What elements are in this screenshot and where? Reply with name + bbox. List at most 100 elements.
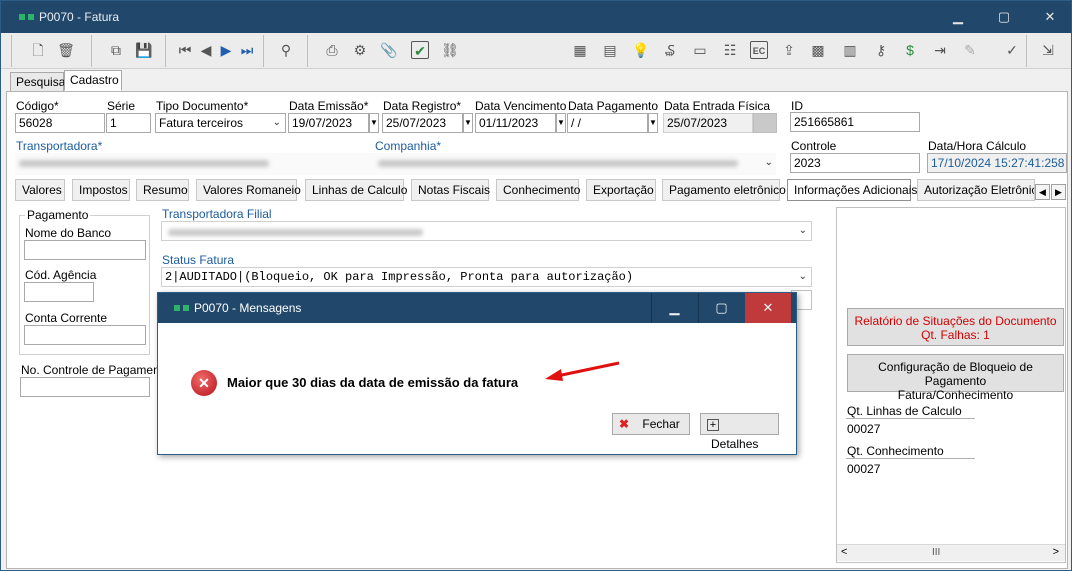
next-record-icon[interactable]: ▶: [217, 41, 235, 59]
first-record-icon[interactable]: ⏮: [176, 41, 194, 59]
status-fatura-select[interactable]: 2|AUDITADO|(Bloqueio, OK para Impressão,…: [161, 267, 812, 287]
card-icon[interactable]: ▭: [691, 41, 709, 59]
table-icon[interactable]: ▤: [601, 41, 619, 59]
dialog-close-button[interactable]: ✕: [745, 293, 791, 323]
app-logo-icon: [19, 14, 34, 20]
data-emissao-field[interactable]: 19/07/2023: [288, 113, 369, 133]
data-vencimento-dropdown[interactable]: ▼: [556, 113, 566, 133]
cod-agencia-label: Cód. Agência: [25, 268, 97, 282]
serie-label: Série: [107, 99, 136, 113]
data-entrada-fisica-button[interactable]: [753, 113, 777, 133]
approve-icon[interactable]: ✓: [1003, 41, 1021, 59]
tab-valores[interactable]: Valores: [15, 179, 65, 201]
tab-pesquisa[interactable]: Pesquisa: [10, 72, 65, 92]
tab-impostos[interactable]: Impostos: [72, 179, 130, 201]
save-icon[interactable]: 💾: [135, 41, 153, 59]
arrow-head: [545, 369, 563, 381]
chevron-down-icon: ⌄: [272, 117, 281, 128]
tab-informacoes-adicionais[interactable]: Informações Adicionais: [787, 179, 917, 201]
qt-conhecimento-field: 00027: [846, 458, 975, 478]
calculator-grid-icon[interactable]: ▥: [841, 41, 859, 59]
tab-notas-fiscais[interactable]: Notas Fiscais: [411, 179, 490, 201]
settings-icon[interactable]: ⚙: [351, 41, 369, 59]
close-button[interactable]: ✕: [1027, 1, 1072, 33]
horizontal-scrollbar[interactable]: < III >: [837, 544, 1065, 561]
tab-scroll-left-button[interactable]: ◀: [1035, 184, 1050, 200]
relatorio-situacoes-button[interactable]: Relatório de Situações do Documento Qt. …: [847, 308, 1064, 346]
check-icon[interactable]: ✔: [411, 41, 429, 59]
companhia-select[interactable]: ⌄: [374, 153, 776, 175]
fechar-label: Fechar: [642, 417, 680, 431]
link-icon[interactable]: ⛓: [441, 41, 459, 59]
toolbar: 🗋 🗑 ⧉ 💾 ⏮ ◀ ▶ ⏭ ⚲ ⎙ ⚙ 📎 ✔ ⛓ ▦ ▤ 💡 ₷ ▭ ☷ …: [1, 33, 1071, 69]
previous-record-icon[interactable]: ◀: [197, 41, 215, 59]
last-record-icon[interactable]: ⏭: [238, 41, 256, 59]
tab-conhecimento[interactable]: Conhecimento: [496, 179, 580, 201]
signature-icon[interactable]: ✎: [961, 41, 979, 59]
tab-scroll-right-button[interactable]: ▶: [1051, 184, 1066, 200]
data-emissao-dropdown[interactable]: ▼: [369, 113, 379, 133]
tab-autorizacao-eletronica[interactable]: Autorização Eletrônica: [917, 179, 1035, 201]
data-pagamento-field[interactable]: / /: [567, 113, 648, 133]
document-dollar-icon[interactable]: $: [901, 41, 919, 59]
data-pagamento-dropdown[interactable]: ▼: [648, 113, 658, 133]
calculator-icon[interactable]: ▦: [571, 41, 589, 59]
transportadora-filial-select[interactable]: ⌄: [161, 221, 812, 241]
export-icon[interactable]: ⇪: [780, 41, 798, 59]
main-window: P0070 - Fatura ▁ ▢ ✕ 🗋 🗑 ⧉ 💾 ⏮ ◀ ▶ ⏭ ⚲ ⎙…: [0, 0, 1072, 571]
dialog-minimize-button[interactable]: ▁: [651, 293, 697, 323]
spreadsheet-add-icon[interactable]: ▩: [809, 41, 827, 59]
fechar-button[interactable]: ✖ Fechar: [612, 413, 690, 435]
tab-valores-romaneio[interactable]: Valores Romaneio: [196, 179, 301, 201]
tab-resumo[interactable]: Resumo: [136, 179, 189, 201]
redacted-text: [168, 229, 423, 236]
form-icon[interactable]: ☷: [721, 41, 739, 59]
no-controle-pagamento-field[interactable]: [20, 377, 150, 397]
data-vencimento-field[interactable]: 01/11/2023: [475, 113, 556, 133]
data-registro-dropdown[interactable]: ▼: [463, 113, 473, 133]
configuracao-bloqueio-button[interactable]: Configuração de Bloqueio de Pagamento Fa…: [847, 354, 1064, 402]
data-entrada-fisica-field: 25/07/2023: [663, 113, 753, 133]
payment-icon[interactable]: ₷: [661, 41, 679, 59]
tab-pagamento-eletronico[interactable]: Pagamento eletrônico: [662, 179, 786, 201]
maximize-button[interactable]: ▢: [981, 1, 1027, 33]
print-icon[interactable]: ⎙: [323, 41, 341, 59]
id-field[interactable]: 251665861: [790, 112, 920, 132]
tipo-documento-select[interactable]: Fatura terceiros ⌄: [155, 113, 286, 133]
scroll-left-arrow-icon[interactable]: <: [841, 546, 847, 558]
serie-field[interactable]: 1: [106, 113, 151, 133]
toolbar-separator: [11, 35, 12, 67]
key-icon[interactable]: ⚷: [872, 41, 890, 59]
codigo-field[interactable]: 56028: [15, 113, 105, 133]
messages-dialog: P0070 - Mensagens ▁ ▢ ✕ ✕ Maior que 30 d…: [157, 292, 797, 455]
tab-linhas-de-calculo[interactable]: Linhas de Calculo: [305, 179, 407, 201]
pagamento-group-title: Pagamento: [25, 208, 91, 222]
scroll-thumb-grip[interactable]: III: [932, 547, 940, 558]
data-hora-calculo-field: 17/10/2024 15:27:41:258: [927, 153, 1067, 173]
transportadora-field[interactable]: [15, 153, 375, 175]
controle-field[interactable]: 2023: [790, 153, 920, 173]
dialog-maximize-button[interactable]: ▢: [698, 293, 744, 323]
scroll-right-arrow-icon[interactable]: >: [1053, 546, 1059, 558]
attach-icon[interactable]: 📎: [380, 41, 398, 59]
exit-icon[interactable]: ⇲: [1039, 41, 1057, 59]
detalhes-label: Detalhes: [711, 437, 759, 451]
cod-agencia-field[interactable]: [24, 282, 94, 302]
copy-icon[interactable]: ⧉: [107, 41, 125, 59]
lightbulb-icon[interactable]: 💡: [632, 41, 650, 59]
tab-exportacao[interactable]: Exportação: [586, 179, 656, 201]
binoculars-icon[interactable]: ⚲: [277, 41, 295, 59]
conta-corrente-field[interactable]: [24, 325, 146, 345]
minimize-button[interactable]: ▁: [935, 1, 981, 33]
delete-icon[interactable]: 🗑: [57, 41, 75, 59]
error-icon: ✕: [191, 370, 217, 396]
data-registro-field[interactable]: 25/07/2023: [382, 113, 463, 133]
tipo-documento-value: Fatura terceiros: [159, 116, 244, 130]
config-line2: Fatura/Conhecimento: [897, 388, 1014, 402]
new-document-icon[interactable]: 🗋: [29, 41, 47, 59]
detalhes-button[interactable]: + Detalhes: [700, 413, 779, 451]
document-forward-icon[interactable]: ⇥: [931, 41, 949, 59]
nome-banco-field[interactable]: [24, 240, 146, 260]
tab-cadastro[interactable]: Cadastro: [64, 70, 122, 91]
ec-icon[interactable]: EC: [750, 41, 768, 59]
